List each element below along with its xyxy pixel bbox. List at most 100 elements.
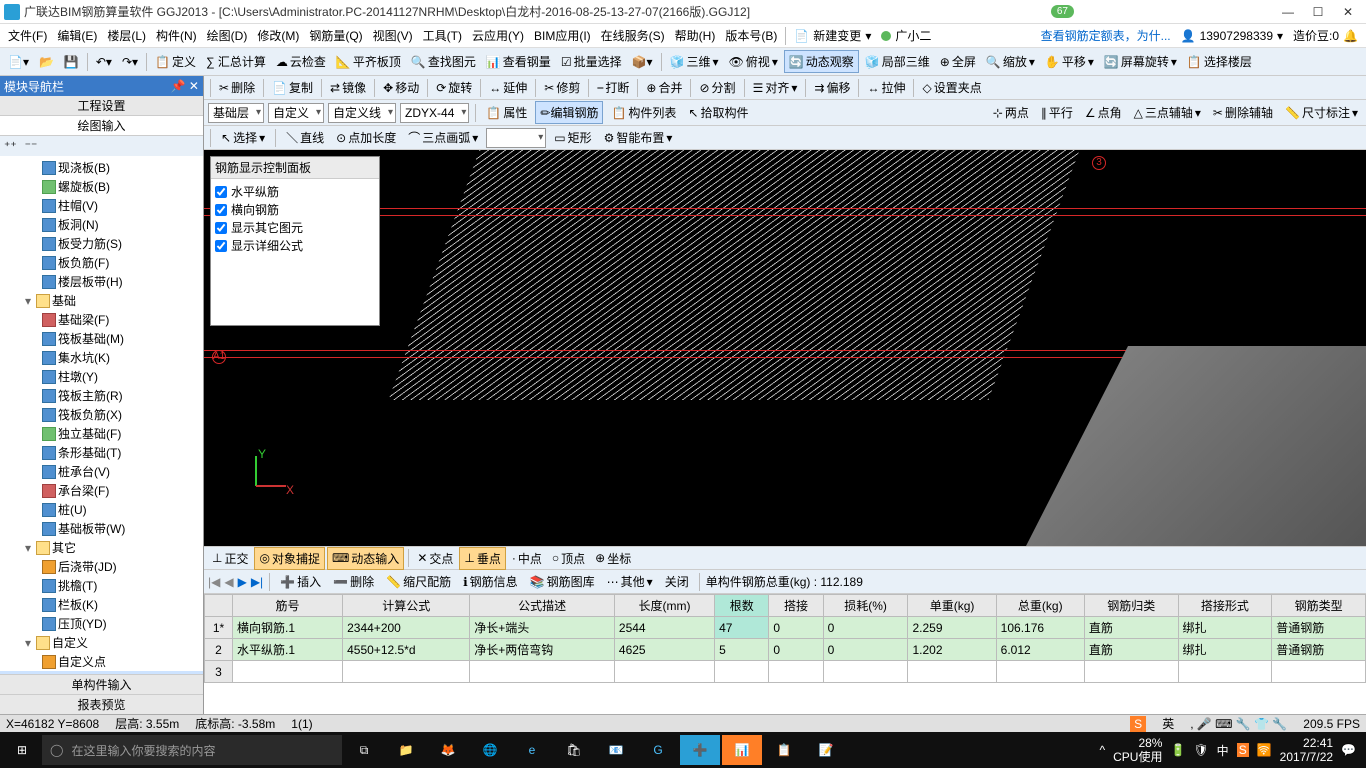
tray-icon[interactable]: 🛡 bbox=[1193, 743, 1208, 757]
sum-calc-button[interactable]: ∑ 汇总计算 bbox=[202, 51, 270, 72]
dim-button[interactable]: 📏尺寸标注▾ bbox=[1281, 102, 1362, 123]
check-detail-formula[interactable]: 显示详细公式 bbox=[215, 237, 375, 254]
tree-item[interactable]: ▾其它 bbox=[0, 538, 203, 557]
task-view-button[interactable]: ⧉ bbox=[344, 735, 384, 765]
dyn-input-toggle[interactable]: ⌨动态输入 bbox=[327, 547, 404, 570]
column-header[interactable]: 钢筋归类 bbox=[1084, 595, 1178, 617]
column-header[interactable] bbox=[205, 595, 233, 617]
grid-cell[interactable]: 0 bbox=[823, 617, 908, 639]
midpoint-snap[interactable]: ·中点 bbox=[508, 548, 546, 569]
grid-cell[interactable] bbox=[1084, 661, 1178, 683]
category-combo[interactable]: 自定义 bbox=[268, 103, 324, 123]
grid-cell[interactable]: 绑扎 bbox=[1178, 617, 1272, 639]
expand-icon[interactable]: ⁺⁺ bbox=[4, 139, 17, 153]
grid-cell[interactable]: 横向钢筋.1 bbox=[233, 617, 343, 639]
point-length-tool[interactable]: ⊙点加长度 bbox=[332, 127, 400, 148]
column-header[interactable]: 计算公式 bbox=[343, 595, 470, 617]
column-header[interactable]: 损耗(%) bbox=[823, 595, 908, 617]
delete-row-button[interactable]: ➖删除 bbox=[329, 571, 378, 592]
tree-item[interactable]: 板洞(N) bbox=[0, 215, 203, 234]
tree-item[interactable]: ▾基础 bbox=[0, 291, 203, 310]
tray-icons-row[interactable]: , 🎤 ⌨ 🔧 👕 🔧 bbox=[1190, 717, 1287, 731]
grid-cell[interactable] bbox=[823, 661, 908, 683]
grid-cell[interactable]: 0 bbox=[769, 617, 823, 639]
tab-report-preview[interactable]: 报表预览 bbox=[0, 694, 203, 714]
dynamic-view-button[interactable]: 🔄动态观察 bbox=[784, 50, 859, 73]
line-tool[interactable]: ＼直线 bbox=[282, 127, 328, 148]
taskbar-app[interactable]: 📊 bbox=[722, 735, 762, 765]
tree-item[interactable]: 楼层板带(H) bbox=[0, 272, 203, 291]
grid-cell[interactable]: 净长+两倍弯钩 bbox=[470, 639, 615, 661]
tab-project-settings[interactable]: 工程设置 bbox=[0, 96, 203, 116]
trim-cmd[interactable]: ✂修剪 bbox=[540, 77, 584, 98]
rotate-cmd[interactable]: ⟳旋转 bbox=[432, 77, 476, 98]
find-elem-button[interactable]: 🔍查找图元 bbox=[407, 51, 480, 72]
ime-lang[interactable]: 英 bbox=[1162, 715, 1174, 732]
save-button[interactable]: 💾 bbox=[60, 53, 83, 71]
align-cmd[interactable]: ☰对齐▾ bbox=[749, 77, 802, 98]
insert-row-button[interactable]: ➕插入 bbox=[276, 571, 325, 592]
tree-item[interactable]: 集水坑(K) bbox=[0, 348, 203, 367]
menu-component[interactable]: 构件(N) bbox=[152, 25, 201, 46]
tree-item[interactable]: 挑檐(T) bbox=[0, 576, 203, 595]
grid-cell[interactable] bbox=[1272, 661, 1366, 683]
tray-expand-icon[interactable]: ^ bbox=[1100, 743, 1106, 757]
column-header[interactable]: 长度(mm) bbox=[614, 595, 714, 617]
mirror-cmd[interactable]: ⇄镜像 bbox=[326, 77, 370, 98]
menu-bim[interactable]: BIM应用(I) bbox=[530, 25, 595, 46]
taskbar-app[interactable]: 📁 bbox=[386, 735, 426, 765]
menu-draw[interactable]: 绘图(D) bbox=[203, 25, 252, 46]
viewport-3d[interactable]: A1 3 YX 钢筋显示控制面板 水平纵筋 横向钢筋 显示其它图元 显示详细公式 bbox=[204, 150, 1366, 546]
grid-cell[interactable]: 直筋 bbox=[1084, 617, 1178, 639]
define-button[interactable]: 📋定义 bbox=[151, 51, 200, 72]
parallel-button[interactable]: ∥平行 bbox=[1037, 102, 1077, 123]
del-aux-button[interactable]: ✂删除辅轴 bbox=[1209, 102, 1277, 123]
undo-button[interactable]: ↶▾ bbox=[92, 53, 116, 71]
column-header[interactable]: 搭接形式 bbox=[1178, 595, 1272, 617]
tree-item[interactable]: 栏板(K) bbox=[0, 595, 203, 614]
tray-ime[interactable]: 中 bbox=[1217, 742, 1229, 759]
tree-item[interactable]: 螺旋板(B) bbox=[0, 177, 203, 196]
nav-prev[interactable]: ◀ bbox=[224, 575, 233, 589]
angle-button[interactable]: ∠点角 bbox=[1081, 102, 1126, 123]
osnap-toggle[interactable]: ◎对象捕捉 bbox=[254, 547, 325, 570]
taskbar-app[interactable]: 🦊 bbox=[428, 735, 468, 765]
taskbar-app[interactable]: 📧 bbox=[596, 735, 636, 765]
fullscreen-button[interactable]: ⊕全屏 bbox=[936, 51, 980, 72]
minimize-button[interactable]: — bbox=[1274, 2, 1302, 22]
arc3-tool[interactable]: ⌒三点画弧▾ bbox=[404, 127, 482, 148]
coin-label[interactable]: 造价豆:0🔔 bbox=[1289, 27, 1362, 44]
extend-cmd[interactable]: ↔延伸 bbox=[485, 77, 531, 98]
offset-cmd[interactable]: ⇉偏移 bbox=[810, 77, 854, 98]
menu-edit[interactable]: 编辑(E) bbox=[53, 25, 101, 46]
collapse-icon[interactable]: ⁻⁻ bbox=[25, 139, 38, 153]
tree-item[interactable]: 基础梁(F) bbox=[0, 310, 203, 329]
merge-cmd[interactable]: ⊕合并 bbox=[642, 77, 686, 98]
grid-cell[interactable]: 2 bbox=[205, 639, 233, 661]
item-combo[interactable]: ZDYX-44 bbox=[400, 103, 469, 123]
menu-view[interactable]: 视图(V) bbox=[369, 25, 417, 46]
select-tool[interactable]: ↖选择▾ bbox=[217, 127, 269, 148]
tree-item[interactable]: 筏板基础(M) bbox=[0, 329, 203, 348]
notice-link[interactable]: 查看钢筋定额表，为什... bbox=[1037, 27, 1175, 44]
tree-item[interactable]: 基础板带(W) bbox=[0, 519, 203, 538]
grid-cell[interactable]: 106.176 bbox=[996, 617, 1084, 639]
select-floor-button[interactable]: 📋选择楼层 bbox=[1183, 51, 1256, 72]
taskbar-search[interactable]: ◯ 在这里输入你要搜索的内容 bbox=[42, 735, 342, 765]
grid-cell[interactable] bbox=[1178, 661, 1272, 683]
screen-rotate-button[interactable]: 🔄屏幕旋转▾ bbox=[1100, 51, 1181, 72]
tree-item[interactable]: 板负筋(F) bbox=[0, 253, 203, 272]
grid-cell[interactable] bbox=[715, 661, 769, 683]
3d-button[interactable]: 🧊三维▾ bbox=[666, 51, 723, 72]
split-cmd[interactable]: ⊘分割 bbox=[695, 77, 739, 98]
smart-layout-tool[interactable]: ⚙智能布置▾ bbox=[600, 127, 677, 148]
nav-next[interactable]: ▶ bbox=[238, 575, 247, 589]
delete-cmd[interactable]: ✂删除 bbox=[215, 77, 259, 98]
tree-item[interactable]: ▾自定义 bbox=[0, 633, 203, 652]
edit-rebar-button[interactable]: ✏编辑钢筋 bbox=[535, 101, 603, 124]
level-top-button[interactable]: 📐平齐板顶 bbox=[332, 51, 405, 72]
taskbar-app[interactable]: G bbox=[638, 735, 678, 765]
grid-cell[interactable]: 6.012 bbox=[996, 639, 1084, 661]
grid-cell[interactable] bbox=[614, 661, 714, 683]
menu-floor[interactable]: 楼层(L) bbox=[103, 25, 150, 46]
